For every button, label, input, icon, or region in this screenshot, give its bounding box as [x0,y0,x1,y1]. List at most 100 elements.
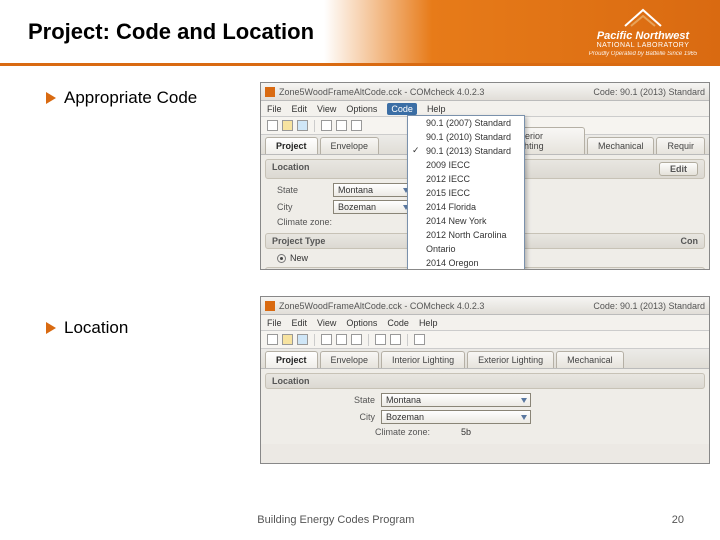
code-option[interactable]: 90.1 (2010) Standard [408,130,524,144]
menu-code[interactable]: Code [387,318,409,328]
bullet-location: Location [46,318,128,344]
cut-icon[interactable] [321,334,332,345]
new-file-icon[interactable] [267,334,278,345]
save-file-icon[interactable] [297,120,308,131]
tab-row: Project Envelope Interior Lighting Exter… [261,349,709,369]
state-select[interactable]: Montana [333,183,413,197]
location-label: Location [272,376,310,386]
copy-icon[interactable] [336,120,347,131]
slide-header: Project: Code and Location Pacific North… [0,0,720,66]
menu-view[interactable]: View [317,318,336,328]
menu-options[interactable]: Options [346,104,377,114]
window-code-label: Code: 90.1 (2013) Standard [593,87,705,97]
code-option[interactable]: 2014 New York [408,214,524,228]
menu-help[interactable]: Help [427,104,446,114]
menu-file[interactable]: File [267,318,282,328]
code-option[interactable]: Ontario [408,242,524,256]
comcheck-screenshot-location: Zone5WoodFrameAltCode.cck - COMcheck 4.0… [260,296,710,464]
state-select[interactable]: Montana [381,393,531,407]
tab-mechanical[interactable]: Mechanical [556,351,624,368]
menu-edit[interactable]: Edit [292,104,308,114]
radio-new-label: New [290,253,308,263]
save-file-icon[interactable] [297,334,308,345]
brand-tagline: Proudly Operated by Battelle Since 1965 [578,51,708,57]
menu-options[interactable]: Options [346,318,377,328]
code-option[interactable]: 2012 North Carolina [408,228,524,242]
tab-project[interactable]: Project [265,351,318,368]
state-value: Montana [386,395,421,405]
state-row: State Montana [335,393,705,407]
city-select[interactable]: Bozeman [333,200,413,214]
menu-file[interactable]: File [267,104,282,114]
cut-icon[interactable] [321,120,332,131]
state-label: State [277,185,327,195]
city-value: Bozeman [338,202,376,212]
tab-requirements[interactable]: Requir [656,137,705,154]
paste-icon[interactable] [351,120,362,131]
toolbar [261,331,709,349]
state-label: State [335,395,375,405]
slide-footer: Building Energy Codes Program 20 [0,514,720,526]
project-type-label: Project Type [272,236,325,246]
menu-help[interactable]: Help [419,318,438,328]
window-title: Zone5WoodFrameAltCode.cck - COMcheck 4.0… [279,87,484,97]
slide-title: Project: Code and Location [28,19,314,45]
brand-name: Pacific Northwest [578,30,708,42]
city-label: City [277,202,327,212]
code-option[interactable]: 2014 Oregon [408,256,524,270]
location-group-header: Location [265,373,705,389]
open-file-icon[interactable] [282,120,293,131]
toolbar-separator [314,120,315,132]
logo-mark-icon [623,8,663,28]
city-value: Bozeman [386,412,424,422]
footer-program: Building Energy Codes Program [0,514,672,526]
city-select[interactable]: Bozeman [381,410,531,424]
report-icon[interactable] [414,334,425,345]
tab-project[interactable]: Project [265,137,318,154]
code-option[interactable]: 2015 IECC [408,186,524,200]
toolbar-separator [314,334,315,346]
project-panel: Location State Montana City Bozeman Clim… [261,369,709,444]
code-option[interactable]: 2014 Florida [408,200,524,214]
bullet-text: Appropriate Code [64,88,197,108]
paste-icon[interactable] [351,334,362,345]
code-option-selected[interactable]: 90.1 (2013) Standard [408,144,524,158]
tab-envelope[interactable]: Envelope [320,137,380,154]
window-titlebar: Zone5WoodFrameAltCode.cck - COMcheck 4.0… [261,83,709,101]
open-file-icon[interactable] [282,334,293,345]
tab-mechanical[interactable]: Mechanical [587,137,655,154]
climate-label: Climate zone: [375,427,455,437]
menu-code[interactable]: Code [387,103,417,115]
bullet-text: Location [64,318,128,338]
app-icon [265,87,275,97]
triangle-bullet-icon [46,92,56,104]
climate-row: Climate zone: 5b [375,427,705,437]
page-number: 20 [672,514,684,526]
brand-logo: Pacific Northwest NATIONAL LABORATORY Pr… [578,8,708,57]
menu-view[interactable]: View [317,104,336,114]
menu-edit[interactable]: Edit [292,318,308,328]
city-row: City Bozeman [335,410,705,424]
code-option[interactable]: 2009 IECC [408,158,524,172]
tab-envelope[interactable]: Envelope [320,351,380,368]
new-file-icon[interactable] [267,120,278,131]
code-option[interactable]: 2012 IECC [408,172,524,186]
brand-lab: NATIONAL LABORATORY [578,42,708,49]
location-label: Location [272,162,310,176]
climate-label: Climate zone: [277,217,347,227]
copy-icon[interactable] [336,334,347,345]
app-icon [265,301,275,311]
delete-icon[interactable] [375,334,386,345]
code-dropdown: 90.1 (2007) Standard 90.1 (2010) Standar… [407,115,525,270]
climate-value: 5b [461,427,471,437]
tab-exterior[interactable]: Exterior Lighting [467,351,554,368]
tab-interior[interactable]: Interior Lighting [381,351,465,368]
triangle-bullet-icon [46,322,56,334]
print-icon[interactable] [390,334,401,345]
city-label: City [335,412,375,422]
code-option[interactable]: 90.1 (2007) Standard [408,116,524,130]
edit-button[interactable]: Edit [659,162,698,176]
menu-bar: File Edit View Options Code Help [261,315,709,331]
radio-new[interactable] [277,254,286,263]
window-code-label: Code: 90.1 (2013) Standard [593,301,705,311]
